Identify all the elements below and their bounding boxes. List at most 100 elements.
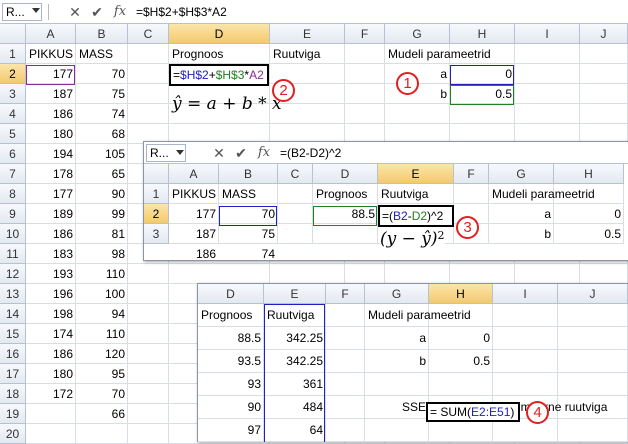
column-header-h[interactable]: H: [554, 164, 624, 184]
row-header-18[interactable]: 18: [0, 384, 26, 404]
row-header-8[interactable]: 8: [0, 184, 26, 204]
cell-mass[interactable]: 75: [219, 224, 278, 244]
param-b-value[interactable]: 0.5: [554, 224, 624, 244]
row-header-2[interactable]: 2: [144, 204, 169, 224]
grid-cell[interactable]: [385, 104, 450, 124]
grid-cell[interactable]: [128, 324, 169, 344]
cell-mass[interactable]: 99: [76, 204, 128, 224]
row-header-9[interactable]: 9: [0, 204, 26, 224]
grid-cell[interactable]: [450, 264, 515, 284]
cell-mass[interactable]: 74: [76, 104, 128, 124]
row-header-19[interactable]: 19: [0, 404, 26, 424]
param-a-value[interactable]: 0: [554, 204, 624, 224]
column-header-e[interactable]: E: [378, 164, 454, 184]
grid-cell[interactable]: [278, 224, 313, 244]
grid-cell[interactable]: [558, 304, 628, 327]
grid-cell[interactable]: [558, 419, 628, 442]
corner-select-all[interactable]: [0, 24, 26, 44]
grid-cell[interactable]: [270, 264, 345, 284]
param-b-value[interactable]: 0.5: [429, 350, 493, 373]
cell-prognoos[interactable]: 93: [198, 373, 264, 396]
grid-cell[interactable]: [558, 373, 628, 396]
column-header-e[interactable]: E: [264, 284, 326, 304]
row-header-1[interactable]: 1: [0, 44, 26, 64]
cell-prognoos[interactable]: 93.5: [198, 350, 264, 373]
column-header-f[interactable]: F: [345, 24, 385, 44]
row-header-13[interactable]: 13: [0, 284, 26, 304]
grid-cell[interactable]: [76, 424, 128, 444]
row-header-6[interactable]: 6: [0, 144, 26, 164]
sum-formula-cell[interactable]: = SUM(E2:E51): [426, 402, 520, 422]
grid-cell[interactable]: [326, 373, 365, 396]
row-header-12[interactable]: 12: [0, 264, 26, 284]
grid-cell[interactable]: [128, 424, 169, 444]
cell-mass[interactable]: 66: [76, 404, 128, 424]
column-header-j[interactable]: J: [580, 24, 628, 44]
grid-cell[interactable]: [128, 404, 169, 424]
grid-cell[interactable]: [26, 424, 76, 444]
namebox-dropdown-icon[interactable]: [176, 150, 184, 155]
column-header-d[interactable]: D: [198, 284, 264, 304]
cell-pikkus[interactable]: 186: [26, 104, 76, 124]
grid-cell[interactable]: [128, 104, 169, 124]
grid-cell[interactable]: [128, 44, 169, 64]
grid-cell[interactable]: [128, 84, 169, 104]
formula-cell-d2[interactable]: =$H$2+$H$3*A2: [169, 64, 269, 86]
grid-cell[interactable]: [128, 64, 169, 84]
row-header-3[interactable]: 3: [144, 224, 169, 244]
grid-cell[interactable]: [365, 373, 429, 396]
cell-pikkus[interactable]: 180: [26, 364, 76, 384]
column-header-d[interactable]: D: [169, 24, 270, 44]
cell-prognoos[interactable]: 97: [198, 419, 264, 442]
formula-cell-e2[interactable]: =(B2-D2)^2: [378, 205, 454, 227]
grid-cell[interactable]: [493, 419, 558, 442]
grid-cell[interactable]: [345, 44, 385, 64]
cell-mass[interactable]: 70: [76, 384, 128, 404]
column-header-h[interactable]: H: [429, 284, 493, 304]
grid-cell[interactable]: [580, 44, 628, 64]
row-header-3[interactable]: 3: [0, 84, 26, 104]
column-header-b[interactable]: B: [76, 24, 128, 44]
grid-cell[interactable]: [345, 264, 385, 284]
grid-cell[interactable]: [429, 373, 493, 396]
grid-cell[interactable]: [558, 327, 628, 350]
confirm-icon[interactable]: ✔: [232, 143, 250, 163]
row-header-16[interactable]: 16: [0, 344, 26, 364]
grid-cell[interactable]: [278, 184, 313, 204]
column-header-b[interactable]: B: [219, 164, 278, 184]
cell-pikkus[interactable]: 177: [169, 204, 219, 224]
grid-cell[interactable]: [128, 284, 169, 304]
cell-mass[interactable]: 105: [76, 144, 128, 164]
grid-cell[interactable]: [128, 384, 169, 404]
cell-prognoos[interactable]: 90: [198, 396, 264, 419]
cell-pikkus[interactable]: 193: [26, 264, 76, 284]
grid-cell[interactable]: [128, 304, 169, 324]
column-header-g[interactable]: G: [489, 164, 554, 184]
formula-input[interactable]: =(B2-D2)^2: [280, 144, 341, 162]
cell-mass[interactable]: 74: [219, 244, 278, 260]
grid-cell[interactable]: [493, 373, 558, 396]
grid-cell[interactable]: [326, 419, 365, 442]
cell-mass[interactable]: 68: [76, 124, 128, 144]
cell-pikkus[interactable]: 172: [26, 384, 76, 404]
grid-cell[interactable]: [313, 224, 378, 244]
grid-cell[interactable]: [345, 84, 385, 104]
param-a-value[interactable]: 0: [429, 327, 493, 350]
column-header-f[interactable]: F: [454, 164, 489, 184]
column-header-f[interactable]: F: [326, 284, 365, 304]
cell-pikkus[interactable]: 186: [26, 224, 76, 244]
grid-cell[interactable]: [493, 350, 558, 373]
grid-cell[interactable]: [429, 419, 493, 442]
cancel-icon[interactable]: ✕: [210, 143, 228, 163]
grid-cell[interactable]: [128, 364, 169, 384]
cell-pikkus[interactable]: 196: [26, 284, 76, 304]
corner-select-all[interactable]: [144, 164, 169, 184]
row-header-14[interactable]: 14: [0, 304, 26, 324]
grid-cell[interactable]: [580, 264, 628, 284]
grid-cell[interactable]: [515, 264, 580, 284]
cell-prognoos[interactable]: 88.5: [198, 327, 264, 350]
cell-mass[interactable]: 110: [76, 324, 128, 344]
cell-mass[interactable]: 95: [76, 364, 128, 384]
row-header-7[interactable]: 7: [0, 164, 26, 184]
column-header-i[interactable]: I: [493, 284, 558, 304]
